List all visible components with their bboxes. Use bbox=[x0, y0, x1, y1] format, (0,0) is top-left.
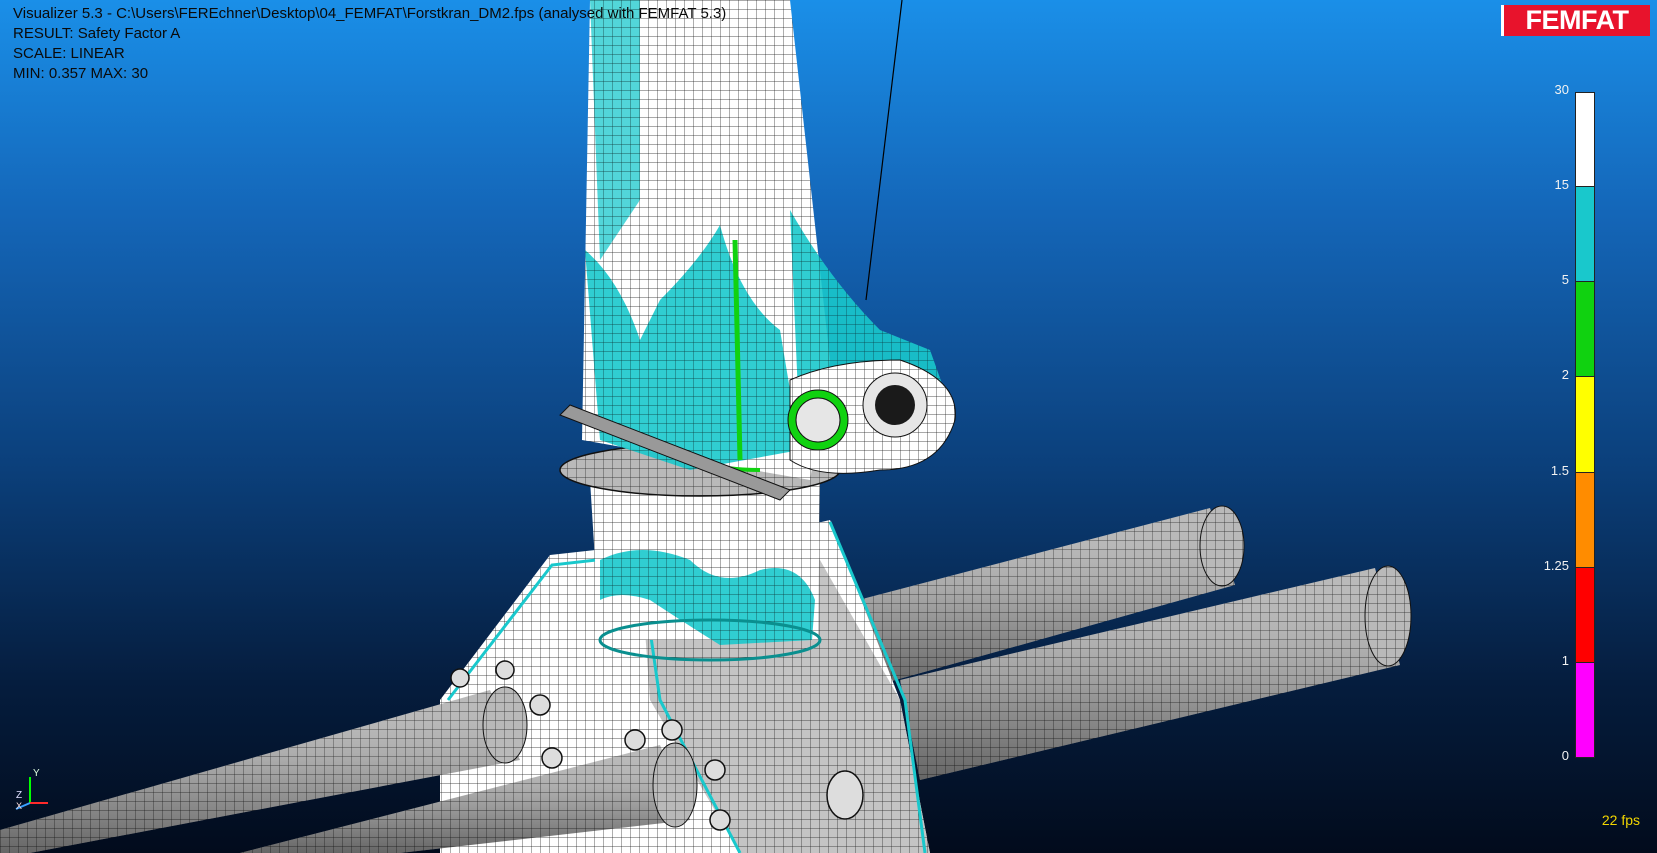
legend-tick-0: 30 bbox=[1554, 82, 1569, 97]
pin-lugs bbox=[787, 359, 956, 474]
scale-label: SCALE: LINEAR bbox=[13, 45, 125, 62]
cable-line bbox=[865, 0, 903, 301]
legend-tick-2: 5 bbox=[1561, 272, 1569, 288]
fe-model-viewport[interactable] bbox=[0, 0, 1657, 853]
axis-y-label: Y bbox=[33, 768, 40, 779]
legend-band-2 bbox=[1575, 282, 1595, 378]
legend-band-4 bbox=[1575, 472, 1595, 568]
slewing-collar bbox=[590, 480, 822, 662]
legend-band-3 bbox=[1575, 377, 1595, 473]
legend-band-5 bbox=[1575, 567, 1595, 663]
legend-band-1 bbox=[1575, 187, 1595, 283]
minmax-label: MIN: 0.357 MAX: 30 bbox=[13, 65, 149, 82]
legend-tick-3: 2 bbox=[1561, 367, 1569, 383]
viewer-info-panel: Visualizer 5.3 - C:\Users\FEREchner\Desk… bbox=[13, 4, 726, 84]
legend-tick-7: 0 bbox=[1561, 748, 1569, 763]
axis-triad-icon: Y Z X bbox=[15, 768, 48, 810]
window-title: Visualizer 5.3 - C:\Users\FEREchner\Desk… bbox=[13, 5, 727, 22]
legend-tick-1: 15 bbox=[1554, 177, 1569, 193]
legend-band-0 bbox=[1575, 92, 1595, 188]
legend-band-6 bbox=[1575, 662, 1595, 758]
legend-tick-4: 1.5 bbox=[1550, 462, 1569, 478]
fps-counter: 22 fps bbox=[1601, 812, 1640, 828]
result-label: RESULT: Safety Factor A bbox=[13, 25, 181, 42]
femfat-logo: FEMFAT bbox=[1501, 5, 1650, 36]
legend-tick-6: 1 bbox=[1561, 652, 1569, 668]
axis-x-label: X bbox=[16, 801, 22, 810]
color-legend bbox=[1575, 92, 1595, 758]
legend-tick-5: 1.25 bbox=[1543, 557, 1569, 573]
axis-z-label: Z bbox=[16, 790, 22, 801]
